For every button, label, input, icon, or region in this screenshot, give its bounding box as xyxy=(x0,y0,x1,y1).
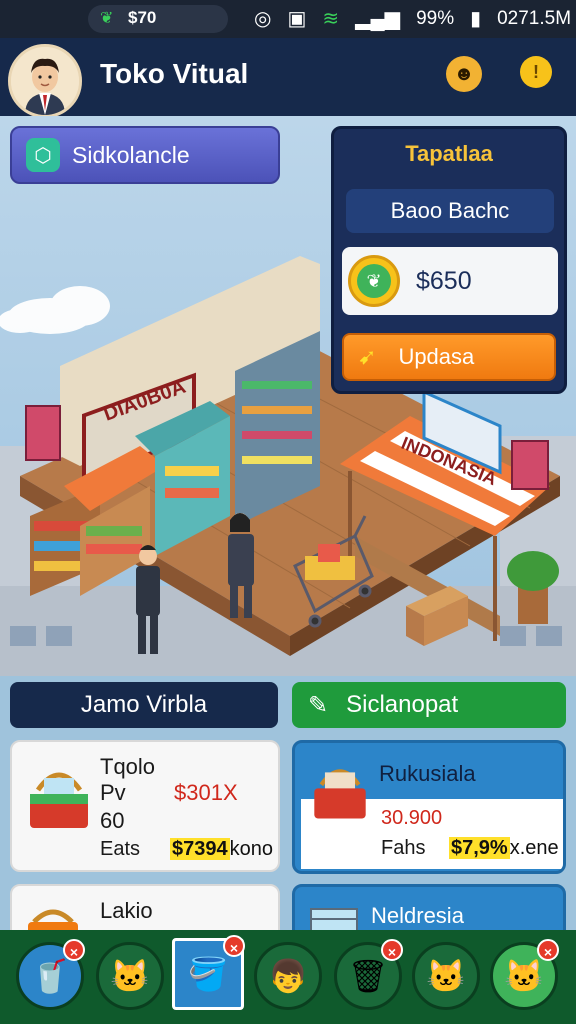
balance-panel: Tapatlaa Baoo Bachc ❦ $650 ➹ Updasa xyxy=(331,126,567,394)
card-price-suffix: x.ene xyxy=(509,837,559,859)
leaf-coin-icon: ❦ xyxy=(348,255,400,307)
close-icon[interactable]: × xyxy=(63,939,85,961)
cube-icon: ⬡ xyxy=(26,138,60,172)
card-price-suffix: kono xyxy=(229,838,273,860)
bucket-icon: 🪣 xyxy=(188,956,228,992)
balance-display: ❦ $650 xyxy=(342,247,558,315)
card-name: Lakio xyxy=(100,898,153,923)
panel-subtitle: Baoo Bachc xyxy=(346,189,554,233)
nfc-icon: ▣ xyxy=(287,8,307,30)
status-time: 0271.5M xyxy=(497,7,572,29)
cat-face-icon: 🐱 xyxy=(110,958,150,994)
nav-cat-button[interactable]: 🐱 xyxy=(96,942,164,1010)
section-right-title: Siclanopat xyxy=(346,691,459,718)
nav-cat-button-3[interactable]: 🐱 × xyxy=(490,939,559,1010)
card-row3-label: 60 xyxy=(100,808,125,833)
app-title: Toko Vitual xyxy=(100,58,249,89)
balance-amount: $650 xyxy=(416,266,472,295)
promo-sign-right xyxy=(511,440,549,490)
nav-cat-button-2[interactable]: 🐱 xyxy=(412,942,480,1010)
close-icon[interactable]: × xyxy=(223,935,245,957)
pencil-icon: ✎ xyxy=(308,691,329,719)
cup-icon: 🥤 xyxy=(30,958,70,994)
nav-character-button[interactable]: 👦 xyxy=(254,942,322,1010)
app-header: Toko Vitual ☻ ! xyxy=(0,38,576,118)
product-card[interactable]: Tqolo Pv $301X 60 Eats $7394 kono xyxy=(10,740,280,872)
card-name: Tqolo xyxy=(100,754,156,779)
section-right-header[interactable]: ✎ Siclanopat xyxy=(292,682,566,728)
card-value: 30.900 xyxy=(381,807,443,829)
card-row-label: Fahs xyxy=(381,837,426,859)
panel-title: Tapatlaa xyxy=(405,141,493,166)
status-bar: ❦ $70 ◎ ▣ ≋ ▂▄▆ 99% ▮ 0271.5M xyxy=(0,0,576,38)
upgrade-arrow-icon: ➹ xyxy=(358,344,377,369)
mascot-icon[interactable]: ☻ xyxy=(446,56,482,92)
card-name: Neldresia xyxy=(371,903,464,928)
card-price: $7394 kono xyxy=(170,838,273,861)
card-price-value: $7,9% xyxy=(449,837,510,859)
wifi-icon: ≋ xyxy=(322,8,340,30)
update-button-label: Updasa xyxy=(398,344,475,369)
nav-trash-button[interactable]: 🗑 × xyxy=(334,939,403,1010)
card-row2-label: Pv xyxy=(100,780,126,805)
battery-percent: 99% xyxy=(416,7,455,29)
card-price: $7,9% x.ene xyxy=(449,837,559,860)
section-left-header[interactable]: Jamo Virbla xyxy=(10,682,278,728)
trash-bin-icon: 🗑 xyxy=(347,958,389,994)
businessman-avatar-icon[interactable] xyxy=(8,44,82,118)
close-icon[interactable]: × xyxy=(381,939,403,961)
cat-face-icon: 🐱 xyxy=(504,958,544,994)
cat-face-icon: 🐱 xyxy=(426,958,466,994)
card-price-value: $7394 xyxy=(170,838,230,860)
nav-bucket-button[interactable]: 🪣 × xyxy=(172,935,245,1010)
product-card[interactable]: Rukusiala 30.900 Fahs $7,9% x.ene xyxy=(292,740,566,874)
sidkolancle-button[interactable]: ⬡ Sidkolancle xyxy=(10,126,280,184)
alarm-icon: ◎ xyxy=(254,8,272,30)
status-right-group: ◎ ▣ ≋ ▂▄▆ 99% ▮ 0271.5M xyxy=(254,6,571,31)
card-name: Rukusiala xyxy=(379,761,476,786)
info-icon[interactable]: ! xyxy=(520,56,552,88)
leaf-icon: ❦ xyxy=(100,10,114,27)
card-row4-label: Eats xyxy=(100,838,141,860)
basket-icon xyxy=(314,769,366,819)
promo-sign-left xyxy=(25,405,61,461)
battery-icon: ▮ xyxy=(470,8,482,30)
status-left-text: $70 xyxy=(128,8,157,27)
basket-icon xyxy=(30,772,88,828)
close-icon[interactable]: × xyxy=(537,939,559,961)
nav-cup-button[interactable]: 🥤 × xyxy=(16,939,85,1010)
update-button[interactable]: ➹ Updasa xyxy=(342,333,556,381)
card-row2-value: $301X xyxy=(174,780,238,805)
bottom-nav: 🥤 × 🐱 🪣 × 👦 🗑 × 🐱 🐱 × xyxy=(0,930,576,1024)
character-icon: 👦 xyxy=(268,958,308,994)
sidkolancle-label: Sidkolancle xyxy=(72,141,190,168)
signal-icon: ▂▄▆ xyxy=(355,8,401,30)
